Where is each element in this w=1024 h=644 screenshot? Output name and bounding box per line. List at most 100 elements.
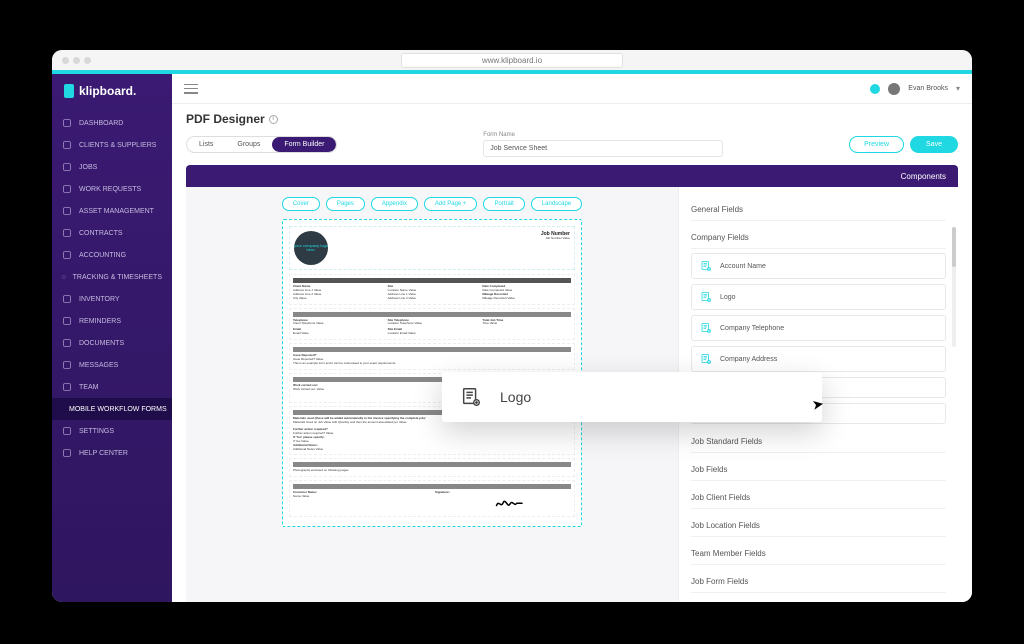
help-icon [62,448,72,458]
sidebar-item-documents[interactable]: DOCUMENTS [52,332,172,354]
accounting-icon [62,250,72,260]
cursor-icon: ➤ [811,395,826,414]
field-label: Account Name [720,263,766,270]
topbar: Evan Brooks ▾ [172,74,972,104]
field-icon [460,386,482,408]
sidebar-item-label: JOBS [79,164,97,171]
sidebar-item-contracts[interactable]: CONTRACTS [52,222,172,244]
sidebar-item-jobs[interactable]: JOBS [52,156,172,178]
asset-icon [62,206,72,216]
sidebar-item-asset-management[interactable]: ASSET MANAGEMENT [52,200,172,222]
sidebar-item-messages[interactable]: MESSAGES [52,354,172,376]
sidebar-item-label: ACCOUNTING [79,252,126,259]
notification-dot[interactable] [870,84,880,94]
sidebar-item-settings[interactable]: SETTINGS [52,420,172,442]
add-page-button[interactable]: Add Page + [424,197,478,211]
tab-groups[interactable]: Groups [225,137,272,152]
field-card-account-name[interactable]: Account Name [691,253,946,279]
sidebar-item-label: REMINDERS [79,318,121,325]
panel-section-job-client-fields[interactable]: Job Client Fields [691,485,946,509]
appendix-button[interactable]: Appendix [371,197,418,211]
sidebar-item-team[interactable]: TEAM [52,376,172,398]
sidebar-item-work-requests[interactable]: WORK REQUESTS [52,178,172,200]
sidebar-item-label: TRACKING & TIMESHEETS [73,274,162,281]
messages-icon [62,360,72,370]
preview-button[interactable]: Preview [849,136,904,153]
sidebar-item-dashboard[interactable]: DASHBOARD [52,112,172,134]
sidebar-item-label: DASHBOARD [79,120,123,127]
sidebar-item-label: CLIENTS & SUPPLIERS [79,142,156,149]
field-icon [700,260,712,272]
sidebar-item-label: INVENTORY [79,296,120,303]
sub-tabs: ListsGroupsForm Builder [186,136,337,153]
sidebar-item-label: CONTRACTS [79,230,123,237]
clients-icon [62,140,72,150]
field-card-logo[interactable]: Logo [691,284,946,310]
info-icon[interactable]: i [269,115,278,124]
field-icon [700,322,712,334]
panel-section-job-standard-fields[interactable]: Job Standard Fields [691,429,946,453]
pages-button[interactable]: Pages [326,197,365,211]
sidebar-item-label: DOCUMENTS [79,340,124,347]
app-window: www.klipboard.io klipboard. DASHBOARD CLI… [52,50,972,602]
brand[interactable]: klipboard. [52,74,172,112]
field-label: Logo [720,294,736,301]
sidebar-item-label: SETTINGS [79,428,114,435]
sidebar-item-inventory[interactable]: INVENTORY [52,288,172,310]
doc-toolbar: Cover Pages Appendix Add Page + Portrait… [282,197,582,211]
sidebar-nav: DASHBOARD CLIENTS & SUPPLIERS JOBS WORK REQ… [52,112,172,602]
brand-icon [64,84,74,98]
form-name-label: Form Name [483,132,723,138]
tracking-icon [62,272,66,282]
sidebar-item-label: WORK REQUESTS [79,186,141,193]
panel-section-job-location-fields[interactable]: Job Location Fields [691,513,946,537]
contracts-icon [62,228,72,238]
panel-section-general-fields[interactable]: General Fields [691,197,946,221]
window-controls[interactable] [62,57,91,64]
cover-button[interactable]: Cover [282,197,320,211]
field-card-company-telephone[interactable]: Company Telephone [691,315,946,341]
scrollbar[interactable] [952,227,956,347]
field-icon [700,291,712,303]
tab-form-builder[interactable]: Form Builder [272,137,336,152]
sidebar-item-clients-suppliers[interactable]: CLIENTS & SUPPLIERS [52,134,172,156]
main: Evan Brooks ▾ PDF Designer i ListsGroups… [172,74,972,602]
panel-section-company-fields[interactable]: Company Fields [691,225,946,249]
jobs-icon [62,162,72,172]
panel-section-job-form-fields[interactable]: Job Form Fields [691,569,946,593]
sidebar-item-label: ASSET MANAGEMENT [79,208,154,215]
hamburger-icon[interactable] [184,84,198,94]
chevron-down-icon[interactable]: ▾ [956,84,960,93]
work-requests-icon [62,184,72,194]
team-icon [62,382,72,392]
dragging-field-card[interactable]: Logo [442,372,822,422]
sidebar-item-tracking-timesheets[interactable]: TRACKING & TIMESHEETS [52,266,172,288]
sidebar-item-help-center[interactable]: HELP CENTER [52,442,172,464]
field-card-company-address[interactable]: Company Address [691,346,946,372]
sidebar-item-reminders[interactable]: REMINDERS [52,310,172,332]
tab-lists[interactable]: Lists [187,137,225,152]
url-bar[interactable]: www.klipboard.io [401,53,623,68]
panel-section-team-member-fields[interactable]: Team Member Fields [691,541,946,565]
sidebar-item-accounting[interactable]: ACCOUNTING [52,244,172,266]
logo-placeholder[interactable]: your company logo here. [294,231,328,265]
field-icon [700,353,712,365]
save-button[interactable]: Save [910,136,958,153]
components-header: Components [901,172,946,181]
sidebar-item-label: HELP CENTER [79,450,128,457]
form-name-input[interactable] [483,140,723,157]
titlebar: www.klipboard.io [52,50,972,70]
sidebar-item-mobile-workflow-forms[interactable]: MOBILE WORKFLOW FORMS [52,398,172,420]
landscape-button[interactable]: Landscape [531,197,582,211]
settings-icon [62,426,72,436]
job-number-value: Job Number Value [541,237,570,241]
components-header-bar: Components [186,165,958,187]
sidebar-item-label: MOBILE WORKFLOW FORMS [69,406,167,413]
portrait-button[interactable]: Portrait [483,197,524,211]
panel-section-job-fields[interactable]: Job Fields [691,457,946,481]
documents-icon [62,338,72,348]
page-header: PDF Designer i ListsGroupsForm Builder F… [172,104,972,161]
avatar[interactable] [888,83,900,95]
dashboard-icon [62,118,72,128]
sidebar-item-label: TEAM [79,384,98,391]
